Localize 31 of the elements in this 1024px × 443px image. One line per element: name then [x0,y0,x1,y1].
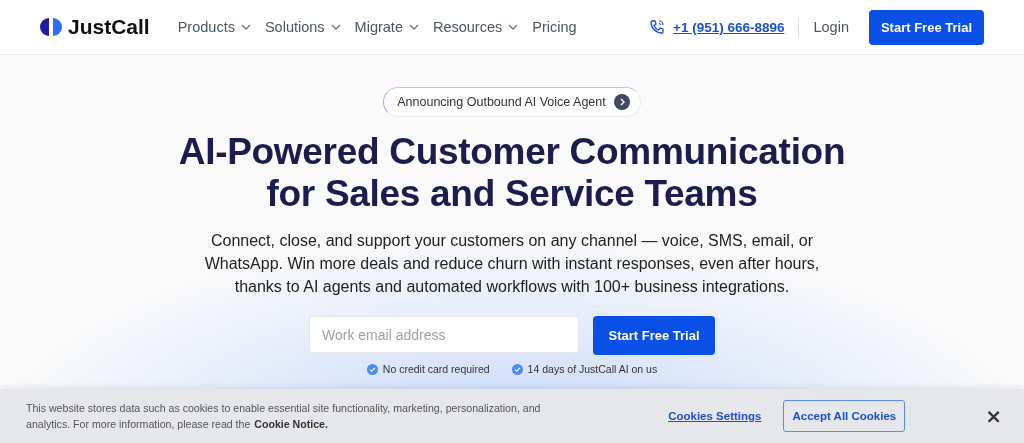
phone-link[interactable]: +1 (951) 666-8896 [673,19,785,35]
announcement-pill[interactable]: Announcing Outbound AI Voice Agent [383,87,641,117]
check-circle-icon [366,363,378,375]
hero-description: Connect, close, and support your customers on any channel — voice, SMS, email, or WhatsApp. Win more deals and reduce churn with instant responses, even after hours, thanks to AI agents and automated workflows with 100+ business integrations. [203,231,821,297]
nav-link[interactable]: Products [177,19,251,35]
logo-text[interactable]: JustCall [68,15,150,39]
accept-cookies-button[interactable]: Accept All Cookies [783,400,906,432]
phone-icon [649,19,665,35]
nav-link[interactable]: Pricing [532,19,577,35]
chevron-right-icon [613,94,630,110]
chevron-down-icon [408,24,419,30]
nav-link[interactable]: Solutions [264,19,341,35]
email-field[interactable]: Work email address [309,316,579,353]
chevron-down-icon [330,24,341,30]
cookie-notice-link[interactable]: Cookie Notice. [254,418,328,430]
start-trial-button[interactable]: Start Free Trial [868,9,984,45]
hero-heading: AI-Powered Customer Communication [178,131,846,173]
close-button[interactable]: × [985,404,1002,428]
cookie-notice-text: This website stores data such as cookies to enable essential site functionality, marketing, personalization, and analytics. For more information, please read the Cookie Notice. [26,401,542,432]
hero-heading: for Sales and Service Teams [265,173,759,215]
nav-link[interactable]: Migrate [354,19,419,35]
chevron-down-icon [240,24,251,30]
perk-text: 14 days of JustCall AI on us [527,363,658,375]
check-circle-icon [511,363,523,375]
cookies-settings-link[interactable]: Cookies Settings [668,410,762,422]
chevron-down-icon [508,24,519,30]
login-link[interactable]: Login [813,19,849,35]
start-trial-button[interactable]: Start Free Trial [593,316,715,355]
nav-link[interactable]: Resources [432,19,519,35]
perk-text: No credit card required [382,363,490,375]
logo-icon [40,17,62,37]
